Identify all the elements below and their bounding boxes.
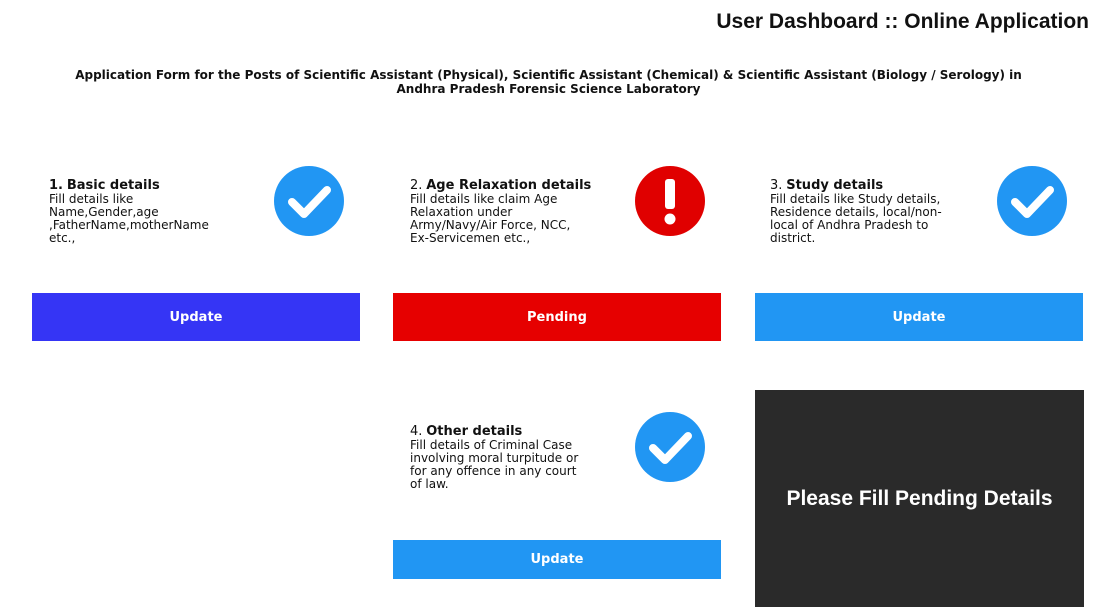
other-details-update-button[interactable]: Update xyxy=(393,540,721,579)
card-heading: Study details xyxy=(786,178,884,193)
card-study-details: 3. Study details Fill details like Study… xyxy=(770,179,985,245)
form-title-line-2: Andhra Pradesh Forensic Science Laborato… xyxy=(396,82,701,96)
card-other-details: 4. Other details Fill details of Crimina… xyxy=(410,425,625,491)
pending-notice-panel: Please Fill Pending Details xyxy=(755,390,1084,607)
check-circle-icon xyxy=(635,412,705,482)
card-number: 3. xyxy=(770,178,783,193)
card-description: Fill details like Name,Gender,age ,Fathe… xyxy=(49,192,209,245)
card-number: 1. xyxy=(49,178,63,193)
card-age-relaxation-details: 2. Age Relaxation details Fill details l… xyxy=(410,179,625,245)
card-basic-details: 1. Basic details Fill details like Name,… xyxy=(49,179,259,245)
study-details-update-button[interactable]: Update xyxy=(755,293,1083,341)
pending-notice-text: Please Fill Pending Details xyxy=(786,486,1053,510)
form-title: Application Form for the Posts of Scient… xyxy=(0,68,1097,96)
page-title: User Dashboard :: Online Application xyxy=(716,10,1089,33)
check-circle-icon xyxy=(997,166,1067,236)
exclamation-circle-icon xyxy=(635,166,705,236)
card-heading: Other details xyxy=(426,424,523,439)
card-heading: Age Relaxation details xyxy=(426,178,592,193)
basic-details-update-button[interactable]: Update xyxy=(32,293,360,341)
card-number: 2. xyxy=(410,178,423,193)
card-description: Fill details like Study details, Residen… xyxy=(770,192,942,245)
age-relaxation-pending-button[interactable]: Pending xyxy=(393,293,721,341)
card-number: 4. xyxy=(410,424,423,439)
card-heading: Basic details xyxy=(66,178,160,193)
form-title-line-1: Application Form for the Posts of Scient… xyxy=(75,68,1022,82)
card-description: Fill details of Criminal Case involving … xyxy=(410,438,579,491)
card-description: Fill details like claim Age Relaxation u… xyxy=(410,192,571,245)
check-circle-icon xyxy=(274,166,344,236)
